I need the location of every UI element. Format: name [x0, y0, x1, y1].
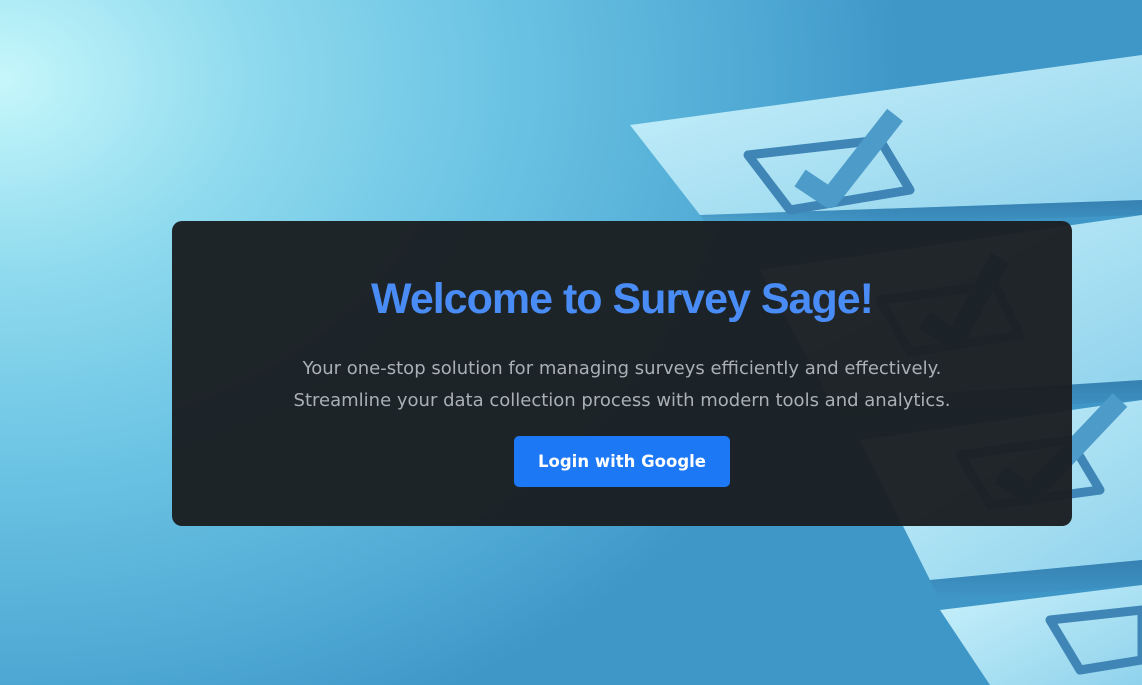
welcome-description: Your one-stop solution for managing surv… [172, 353, 1072, 417]
page-title: Welcome to Survey Sage! [371, 275, 874, 323]
login-with-google-button[interactable]: Login with Google [514, 436, 730, 487]
welcome-card: Welcome to Survey Sage! Your one-stop so… [172, 221, 1072, 526]
description-line: Streamline your data collection process … [293, 390, 951, 411]
description-line: Your one-stop solution for managing surv… [302, 358, 942, 379]
